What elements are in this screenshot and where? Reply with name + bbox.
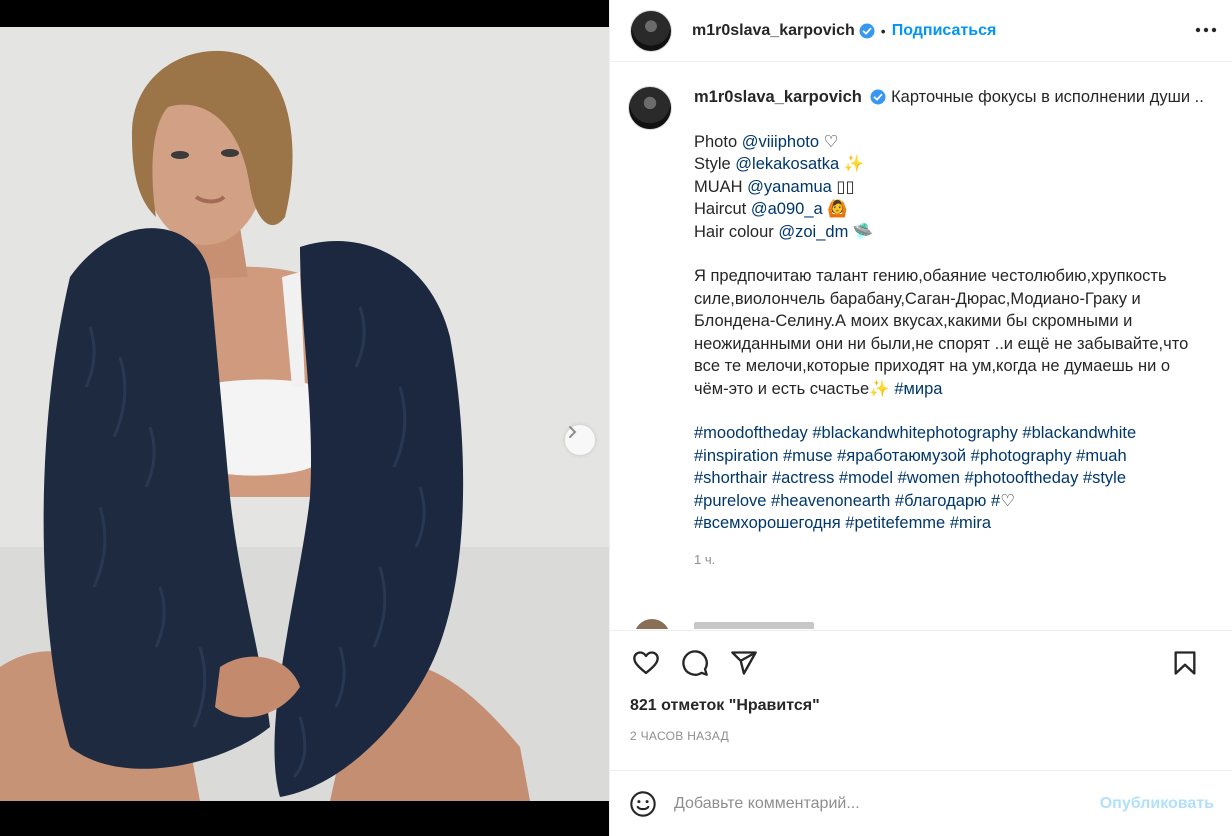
caption-timestamp: 1 ч. <box>694 551 716 567</box>
sparkles-emoji: ✨ <box>869 379 890 398</box>
share-button[interactable] <box>728 647 760 679</box>
caption-username[interactable]: m1r0slava_karpovich <box>694 88 862 106</box>
mention-link[interactable]: @a090_a <box>751 200 823 218</box>
caption-author-avatar[interactable] <box>628 86 672 130</box>
share-icon <box>731 651 757 675</box>
post-photo <box>0 27 609 801</box>
hashtags-line[interactable]: #moodoftheday #blackandwhitephotography … <box>694 422 1204 445</box>
sparkles-emoji: ✨ <box>843 155 865 173</box>
missing-glyph-emoji: ▯▯ <box>836 177 855 196</box>
hashtags-line[interactable]: #shorthair #actress #model #women #photo… <box>694 467 1204 490</box>
person-gesturing-emoji: 🙆 <box>827 200 848 218</box>
like-button[interactable] <box>630 647 662 679</box>
post-header: m1r0slava_karpovich • Подписаться <box>610 0 1232 62</box>
author-avatar[interactable] <box>630 9 672 52</box>
commenter-avatar[interactable] <box>634 619 670 629</box>
verified-badge-icon <box>870 89 886 105</box>
save-button[interactable] <box>1169 647 1201 679</box>
more-options-button[interactable] <box>1192 16 1220 49</box>
post-modal: m1r0slava_karpovich • Подписаться m1r0sl… <box>0 0 1232 836</box>
comment-input[interactable] <box>672 793 1100 814</box>
author-username[interactable]: m1r0slava_karpovich <box>692 22 855 40</box>
media-viewer <box>0 0 609 836</box>
verified-badge-icon <box>859 23 875 38</box>
credit-line-photo: Photo @viiiphoto ♡ <box>694 132 839 151</box>
caption-paragraph: Я предпочитаю талант гению,обаяние често… <box>694 267 1189 398</box>
mention-link[interactable]: @lekakosatka <box>735 155 839 173</box>
likes-count[interactable]: 821 отметок "Нравится" <box>610 695 1232 715</box>
post-side-panel: m1r0slava_karpovich • Подписаться m1r0sl… <box>609 0 1232 836</box>
action-bar <box>610 631 1232 695</box>
bookmark-icon <box>1174 651 1196 675</box>
credit-line-haircut: Haircut @a090_a 🙆 <box>694 200 848 218</box>
credit-line-style: Style @lekakosatka ✨ <box>694 155 865 173</box>
mention-link[interactable]: @viiiphoto <box>742 133 819 151</box>
smiley-icon <box>630 790 656 817</box>
heart-icon <box>633 651 659 675</box>
post-caption: m1r0slava_karpovich Карточные фокусы в и… <box>610 62 1232 571</box>
comment-button[interactable] <box>679 647 711 679</box>
mention-link[interactable]: @zoi_dm <box>778 223 848 241</box>
post-timestamp: 2 часов назад <box>630 729 730 743</box>
heart-outline-emoji: ♡ <box>1000 491 1015 510</box>
mention-link[interactable]: @yanamua <box>747 178 832 196</box>
add-comment-bar: Опубликовать <box>610 770 1232 836</box>
more-horizontal-icon <box>1195 27 1217 33</box>
credit-line-muah: MUAH @yanamua ▯▯ <box>694 177 855 196</box>
heart-outline-emoji: ♡ <box>823 132 839 151</box>
hashtags-line[interactable]: #inspiration #muse #яработаюмузой #photo… <box>694 445 1204 468</box>
caption-body: m1r0slava_karpovich Карточные фокусы в и… <box>694 86 1204 571</box>
hashtags-line[interactable]: #всемхорошегодня #petitefemme #mira <box>694 512 1204 535</box>
hashtag-link[interactable]: #мира <box>894 380 942 398</box>
comment-preview-cutoff <box>694 622 814 629</box>
credit-line-hair-colour: Hair colour @zoi_dm 🛸 <box>694 222 874 241</box>
flying-saucer-emoji: 🛸 <box>852 222 874 241</box>
next-slide-button[interactable] <box>565 425 595 455</box>
publish-comment-button[interactable]: Опубликовать <box>1100 795 1214 813</box>
follow-button[interactable]: Подписаться <box>892 22 997 40</box>
hashtags-line[interactable]: #purelove #heavenonearth #благодарю #♡ <box>694 490 1204 513</box>
comment-icon <box>682 650 708 676</box>
emoji-picker-button[interactable] <box>628 789 658 819</box>
post-actions-section: 821 отметок "Нравится" 2 часов назад <box>610 630 1232 743</box>
caption-intro-text: Карточные фокусы в исполнении души .. <box>891 88 1204 106</box>
chevron-right-icon <box>569 426 577 438</box>
header-separator: • <box>880 22 886 39</box>
comments-list[interactable]: m1r0slava_karpovich Карточные фокусы в и… <box>610 62 1232 629</box>
